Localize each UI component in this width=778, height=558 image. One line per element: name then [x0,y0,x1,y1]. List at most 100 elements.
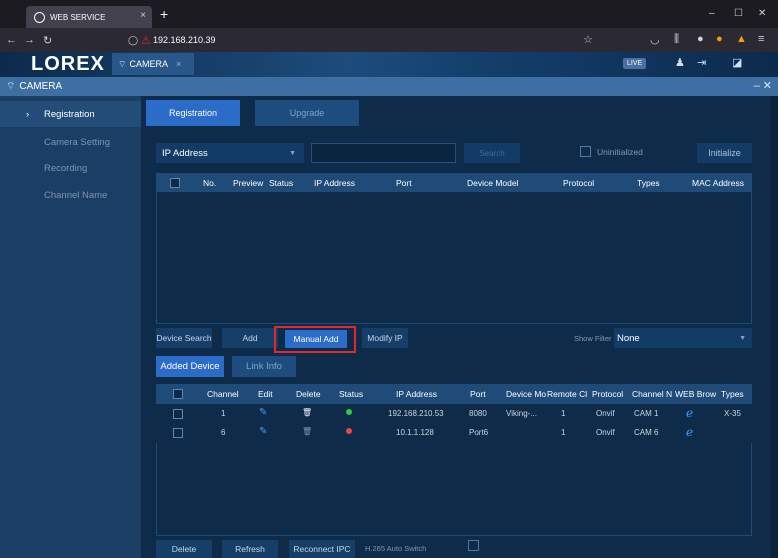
column-header: Remote Cl [547,389,588,399]
reconnect-ipc-button[interactable]: Reconnect IPC [289,540,355,558]
insecure-lock-icon[interactable]: ⚠ [141,34,151,47]
camera-icon: ⌔ [6,81,16,92]
minimize-icon[interactable]: – [709,8,715,19]
column-header: Delete [296,389,321,399]
channel-name-cell: CAM 1 [634,409,659,418]
status-dot [346,409,352,415]
library-icon[interactable]: ⫼ [674,33,679,46]
tab-link-info[interactable]: Link Info [232,356,296,377]
column-header: Types [721,389,744,399]
row-checkbox[interactable] [173,409,183,419]
column-header: Status [269,178,294,188]
delete-button[interactable]: Delete [156,540,212,558]
table-row[interactable]: 6 ✎ 🗑 10.1.1.128 Port6 1 Onvif CAM 6 ℯ [156,423,752,443]
status-dot [346,428,352,434]
section-bar: ⌔ CAMERA [0,77,778,96]
types-cell: X-35 [724,409,741,418]
show-filter-select[interactable]: None ▼ [614,328,752,348]
ip-cell: 192.168.210.53 [388,409,444,418]
logout-icon[interactable]: ⇥ [697,56,706,69]
close-icon[interactable]: × [176,59,181,69]
refresh-button[interactable]: Refresh [222,540,278,558]
reload-icon[interactable]: ↻ [43,34,52,47]
web-browser-icon[interactable]: ℯ [686,425,693,439]
search-input[interactable] [311,143,456,163]
show-filter-label: Show Filter [574,334,612,343]
shield-icon[interactable]: ◯ [128,35,138,46]
manual-add-button[interactable]: Manual Add [285,330,347,348]
browser-tab[interactable]: WEB SERVICE × [26,6,152,28]
logo: LOREX [31,53,105,75]
extension-icon[interactable]: ● [716,33,723,45]
chevron-right-icon: › [26,108,30,120]
column-header: IP Address [314,178,355,188]
user-icon[interactable]: ♟ [675,56,685,69]
sidebar-item-recording[interactable]: Recording [0,155,141,181]
maximize-icon[interactable]: ☐ [734,8,743,19]
added-device-list [156,443,752,536]
tab-upgrade[interactable]: Upgrade [255,100,359,126]
column-header: Preview [233,178,264,188]
search-type-select[interactable]: IP Address ▼ [156,143,304,163]
add-button[interactable]: Add [222,328,278,348]
column-header: No. [203,178,217,188]
new-tab-button[interactable]: + [160,6,168,22]
search-results-list [156,192,752,324]
section-title: CAMERA [19,81,63,92]
live-button[interactable]: LIVE [623,58,647,69]
h265-auto-switch-label: H.265 Auto Switch [365,544,427,553]
warning-icon[interactable]: ▲ [736,33,747,45]
trash-icon[interactable]: 🗑 [302,408,312,417]
column-header: Port [396,178,412,188]
tab-added-device[interactable]: Added Device [156,356,224,377]
device-search-button[interactable]: Device Search [156,328,212,348]
web-browser-icon[interactable]: ℯ [686,406,693,420]
protocol-cell: Onvif [596,409,615,418]
pocket-icon[interactable]: ◡ [650,33,660,46]
back-icon[interactable]: ← [6,34,17,46]
initialize-button[interactable]: Initialize [697,143,752,163]
bookmark-star-icon[interactable]: ☆ [583,33,593,46]
column-header: Protocol [563,178,595,188]
column-header: Types [637,178,660,188]
sidebar-item-channel-name[interactable]: Channel Name [0,182,141,208]
table-row[interactable]: 1 ✎ 🗑 192.168.210.53 8080 Viking-... 1 O… [156,404,752,424]
sidebar-item-registration[interactable]: › Registration [0,101,141,127]
trash-icon[interactable]: 🗑 [302,427,312,436]
settings-icon[interactable]: ◪ [732,56,742,69]
modify-ip-button[interactable]: Modify IP [362,328,408,348]
edit-pencil-icon[interactable]: ✎ [259,426,267,437]
select-all-checkbox[interactable] [170,178,180,188]
h265-auto-switch-checkbox[interactable] [468,540,479,551]
search-button[interactable]: Search [464,143,520,163]
column-header: MAC Address [692,178,744,188]
column-header: Status [339,389,364,399]
added-table-header: Channel Edit Delete Status IP Address Po… [156,384,752,404]
column-header: Protocol [592,389,624,399]
uninitialized-checkbox[interactable] [580,146,591,157]
menu-icon[interactable]: ≡ [758,33,764,45]
forward-icon[interactable]: → [24,34,35,46]
account-icon[interactable]: ● [697,33,704,45]
column-header: Port [470,389,486,399]
close-window-icon[interactable]: ✕ [758,8,766,19]
scrollbar[interactable] [771,96,778,558]
remote-channel-cell: 1 [561,409,566,418]
column-header: Channel N [632,389,673,399]
column-header: Channel [207,389,239,399]
tab-registration[interactable]: Registration [146,100,240,126]
camera-icon: ⌔ [118,58,127,69]
column-header: Edit [258,389,273,399]
close-tab-icon[interactable]: × [140,10,146,21]
chevron-down-icon: ▼ [739,334,746,342]
header-tab-camera[interactable]: ⌔ CAMERA × [112,53,194,75]
sidebar-item-camera-setting[interactable]: Camera Setting [0,129,141,155]
channel-name-cell: CAM 6 [634,428,659,437]
url-field[interactable]: 192.168.210.39 [153,35,216,45]
channel-cell: 1 [221,409,226,418]
row-checkbox[interactable] [173,428,183,438]
select-all-checkbox[interactable] [173,389,183,399]
column-header: IP Address [396,389,437,399]
edit-pencil-icon[interactable]: ✎ [259,407,267,418]
section-close-icon[interactable]: – ✕ [754,79,772,92]
